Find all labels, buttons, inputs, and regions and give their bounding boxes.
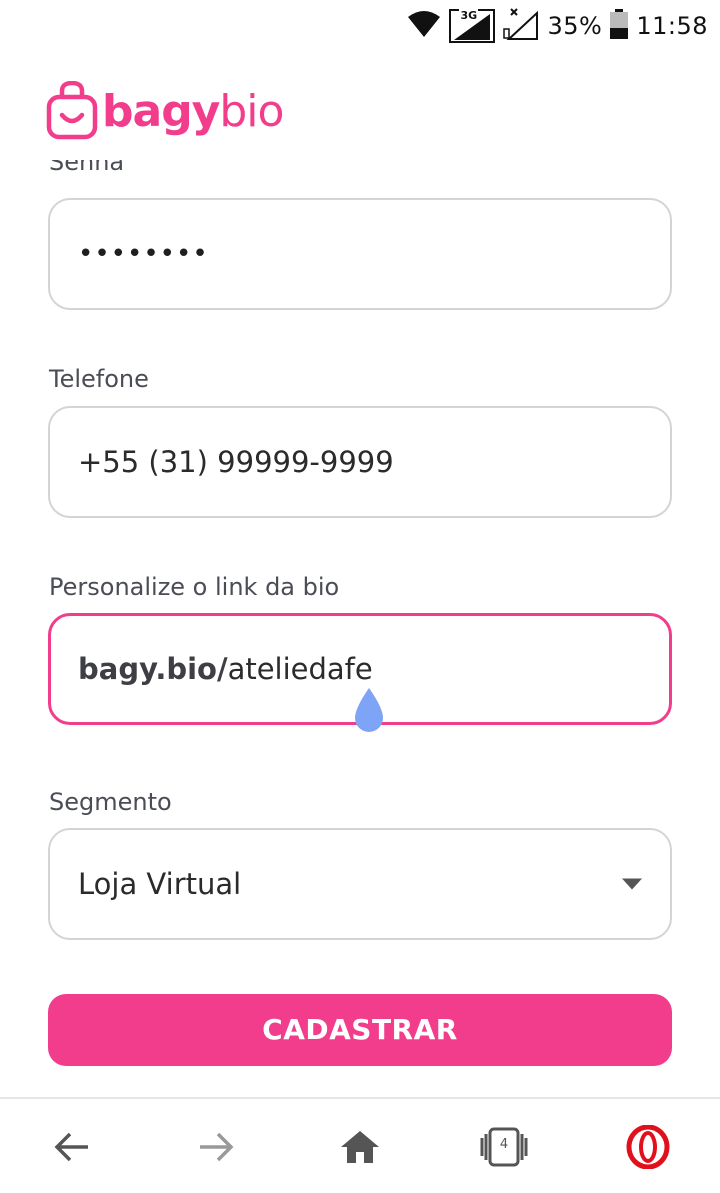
password-label: Senha — [49, 160, 125, 176]
password-field[interactable]: •••••••• — [48, 198, 672, 310]
signup-form: Senha •••••••• Telefone +55 (31) 99999-9… — [0, 160, 720, 1095]
battery-icon — [610, 9, 629, 43]
bio-link-field[interactable]: bagy.bio/ateliedafe — [48, 613, 672, 732]
segment-value: Loja Virtual — [78, 867, 242, 901]
password-value: •••••••• — [78, 239, 209, 269]
browser-bottom-bar: 4 — [0, 1097, 720, 1193]
bagybio-logo[interactable]: bagy bio — [46, 76, 284, 146]
bio-link-text: bagy.bio/ateliedafe — [78, 652, 373, 686]
bio-link-prefix: bagy.bio/ — [78, 652, 228, 686]
tabs-button[interactable]: 4 — [476, 1119, 532, 1175]
signal-icon: 3G — [449, 9, 496, 43]
text-cursor-handle-icon[interactable] — [349, 686, 389, 736]
forward-button[interactable] — [188, 1119, 244, 1175]
clock: 11:58 — [636, 12, 708, 40]
logo-text-bio: bio — [219, 85, 284, 137]
app-header: bagy bio — [0, 52, 720, 160]
chevron-down-icon — [622, 878, 642, 890]
phone-value: +55 (31) 99999-9999 — [78, 445, 394, 479]
bio-link-value: ateliedafe — [227, 652, 373, 686]
battery-percent: 35% — [547, 12, 603, 40]
phone-label: Telefone — [49, 365, 149, 393]
back-icon — [54, 1132, 88, 1162]
network-type-label: 3G — [459, 9, 479, 22]
segment-label: Segmento — [49, 788, 172, 816]
forward-icon — [200, 1132, 234, 1162]
register-button[interactable]: CADASTRAR — [48, 994, 672, 1066]
phone-field[interactable]: +55 (31) 99999-9999 — [48, 406, 672, 518]
home-button[interactable] — [332, 1119, 388, 1175]
shopping-bag-logo-icon — [46, 81, 98, 140]
opera-menu-button[interactable] — [620, 1119, 676, 1175]
opera-icon — [626, 1125, 670, 1169]
logo-text-bagy: bagy — [102, 85, 220, 137]
status-bar: 3G 35% 11:58 — [0, 0, 720, 52]
wifi-icon — [407, 10, 441, 42]
home-icon — [341, 1131, 379, 1163]
back-button[interactable] — [44, 1119, 100, 1175]
segment-select[interactable]: Loja Virtual — [48, 828, 672, 940]
no-signal-icon — [503, 7, 539, 45]
tabs-count: 4 — [499, 1137, 509, 1152]
bio-link-label: Personalize o link da bio — [49, 573, 340, 601]
